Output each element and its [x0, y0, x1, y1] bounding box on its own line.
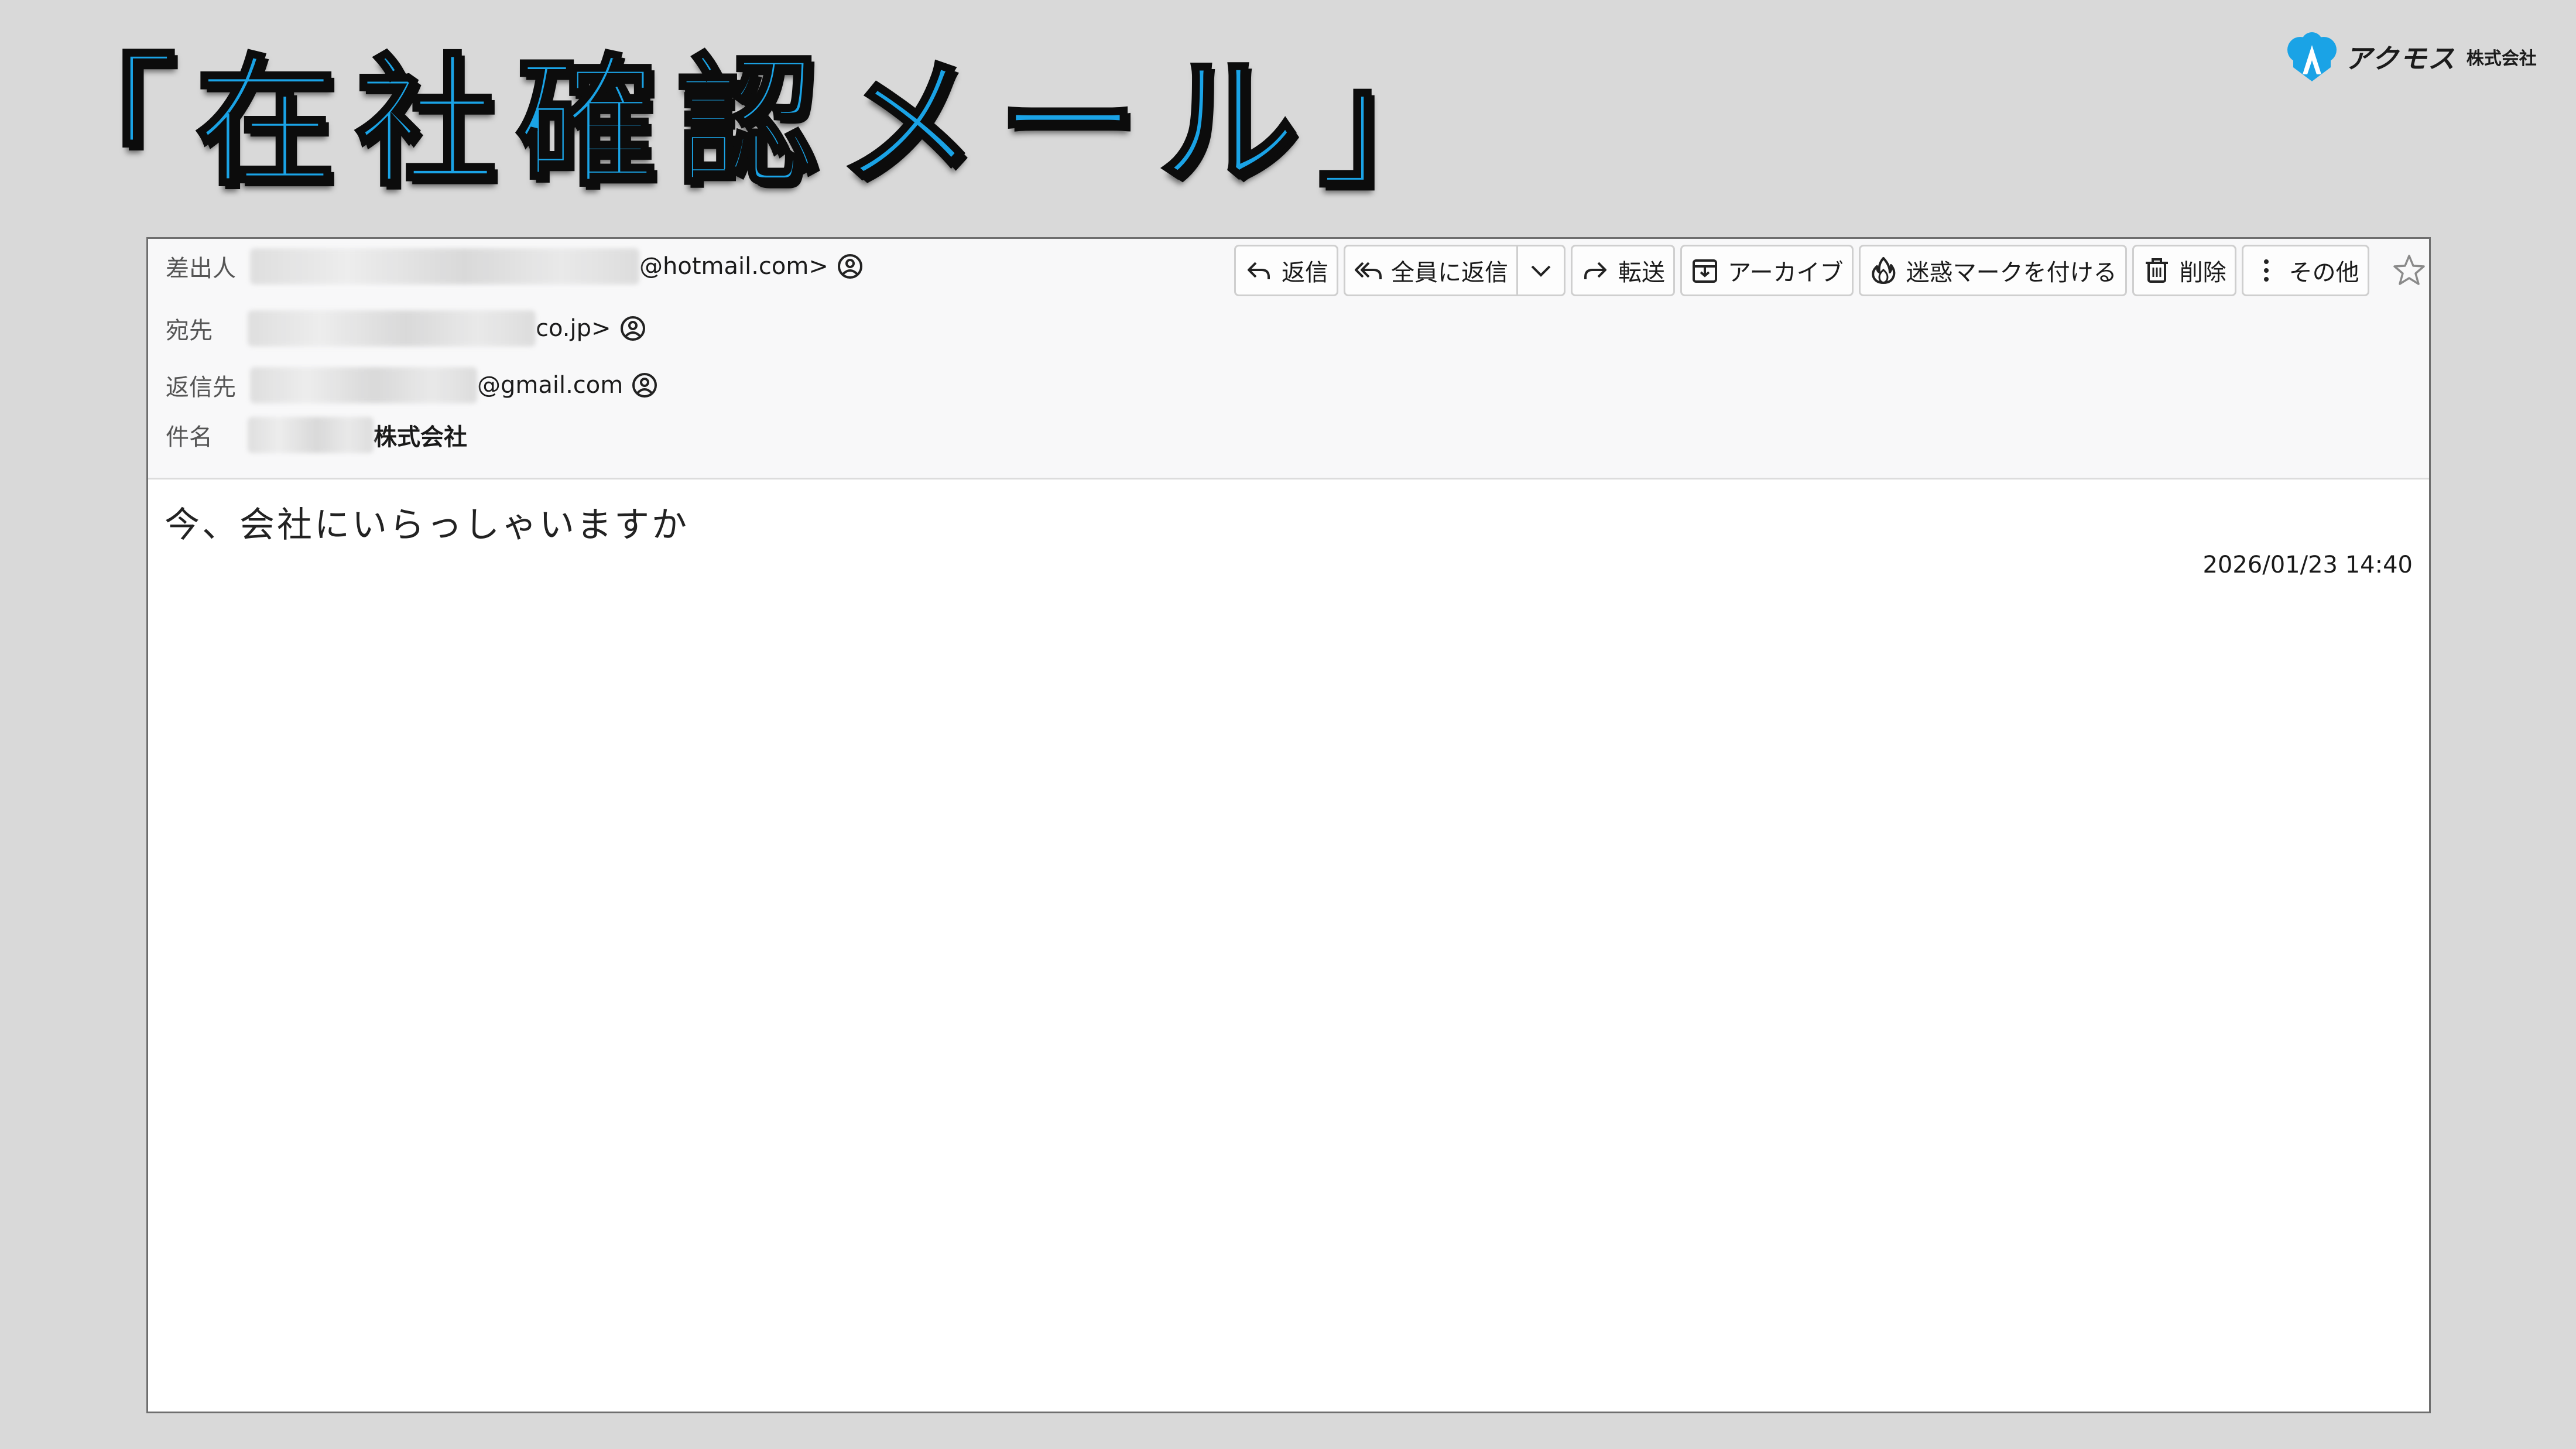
contact-icon[interactable] [631, 372, 658, 399]
contact-icon[interactable] [837, 253, 864, 280]
archive-button[interactable]: アーカイブ [1680, 245, 1854, 296]
logo-name: アクモス [2345, 43, 2456, 74]
reply-button[interactable]: 返信 [1234, 245, 1338, 296]
reply-all-label: 全員に返信 [1391, 259, 1508, 286]
from-redacted [250, 248, 639, 285]
more-label: その他 [2289, 259, 2359, 286]
email-header: 差出人 @hotmail.com> 宛先 co.jp> 返信先 @gmail.c… [148, 239, 2430, 578]
slide: 「在社確認メール」 アクモス 株式会社 差出人 @hotmail.com> 宛先… [0, 0, 2576, 1449]
subject-row: 件名 株式会社 [166, 415, 467, 455]
subject-redacted [248, 417, 374, 453]
forward-icon [1584, 262, 1606, 279]
reply-to-row: 返信先 @gmail.com [166, 365, 658, 406]
forward-button[interactable]: 転送 [1571, 245, 1675, 296]
slide-title: 「在社確認メール」 [33, 39, 1479, 207]
email-body: 今、会社にいらっしゃいますか [165, 505, 689, 546]
email-window: 差出人 @hotmail.com> 宛先 co.jp> 返信先 @gmail.c… [146, 237, 2431, 1413]
contact-icon[interactable] [619, 315, 646, 342]
reply-all-button[interactable]: 全員に返信 [1344, 245, 1518, 296]
archive-icon [1693, 259, 1717, 283]
forward-label: 転送 [1618, 259, 1665, 286]
reply-to-label: 返信先 [166, 374, 236, 401]
subject-label: 件名 [166, 424, 213, 451]
reply-all-dropdown-button[interactable] [1518, 245, 1566, 296]
flame-icon [1871, 257, 1895, 284]
trash-icon [2145, 258, 2168, 283]
vertical-dots-icon [2263, 259, 2269, 282]
to-redacted [248, 310, 536, 347]
to-row: 宛先 co.jp> [166, 308, 646, 349]
logo-mark-icon [2287, 32, 2337, 81]
star-icon [2393, 255, 2425, 285]
email-date: 2026/01/23 14:40 [2202, 551, 2413, 578]
reply-label: 返信 [1282, 259, 1328, 286]
reply-to-redacted [250, 367, 477, 403]
to-value[interactable]: co.jp> [536, 315, 611, 342]
star-button[interactable] [2389, 250, 2430, 291]
chevron-down-icon [1531, 265, 1551, 277]
to-label: 宛先 [166, 317, 213, 344]
from-label: 差出人 [166, 255, 236, 282]
logo-suffix: 株式会社 [2466, 49, 2537, 69]
reply-icon [1248, 262, 1270, 279]
subject-value: 株式会社 [374, 424, 467, 451]
archive-label: アーカイブ [1728, 259, 1844, 286]
junk-label: 迷惑マークを付ける [1906, 259, 2117, 286]
from-row: 差出人 @hotmail.com> [166, 246, 864, 287]
delete-button[interactable]: 削除 [2132, 245, 2236, 296]
company-logo: アクモス 株式会社 [2286, 32, 2537, 81]
delete-label: 削除 [2179, 259, 2226, 286]
reply-to-value[interactable]: @gmail.com [477, 372, 623, 399]
reply-all-group: 全員に返信 [1344, 245, 1566, 296]
more-button[interactable]: その他 [2241, 245, 2369, 296]
from-value[interactable]: @hotmail.com> [639, 253, 828, 280]
junk-button[interactable]: 迷惑マークを付ける [1858, 245, 2127, 296]
email-toolbar: 返信 全員に返信 転送 アーカイブ 迷惑マークを付ける 削除 その他 [1234, 245, 2430, 296]
reply-all-icon [1355, 262, 1382, 279]
